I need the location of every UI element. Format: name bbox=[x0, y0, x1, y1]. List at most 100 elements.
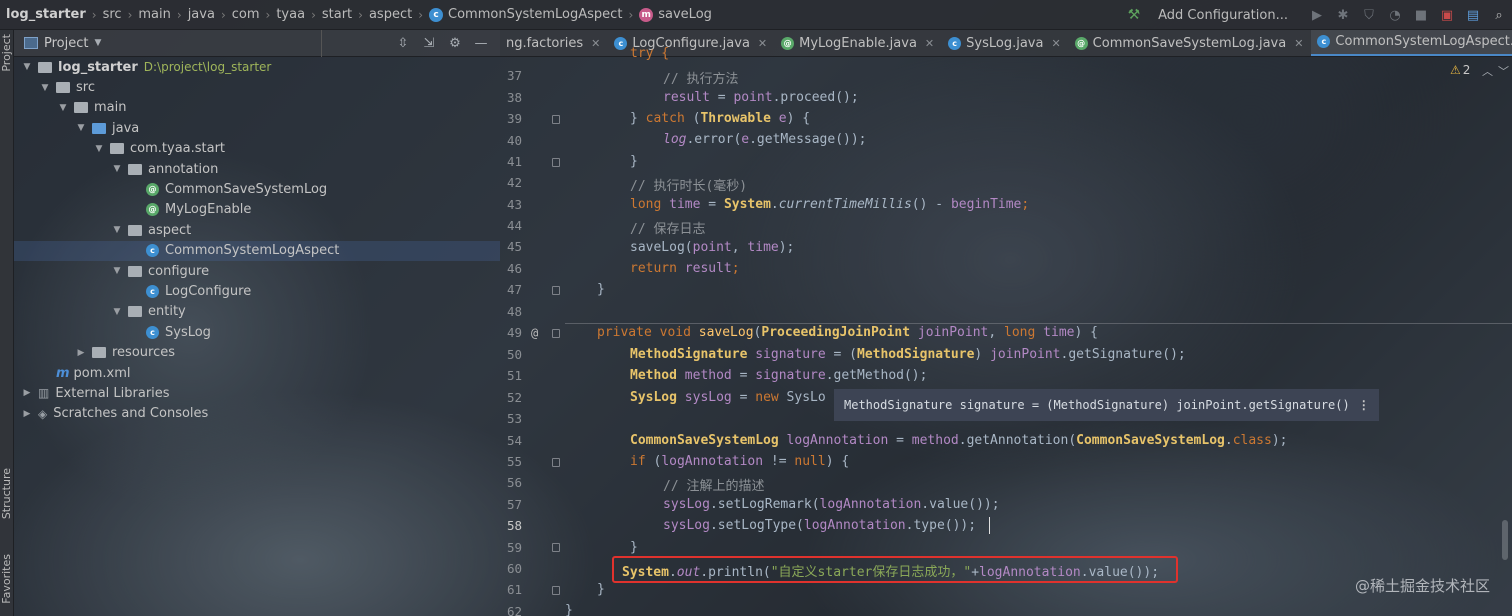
folder-icon bbox=[38, 61, 52, 73]
project-panel-tools: ⇳ ⇲ ⚙ — bbox=[390, 36, 494, 51]
resources-folder-icon bbox=[92, 347, 106, 359]
chevron-right-icon: › bbox=[220, 7, 226, 22]
expand-all-icon[interactable]: ⇳ bbox=[390, 36, 416, 51]
stop-icon[interactable]: ■ bbox=[1408, 8, 1434, 23]
highlight-box bbox=[612, 556, 1178, 583]
folder-icon bbox=[74, 102, 88, 114]
fold-marker-icon[interactable] bbox=[552, 458, 560, 467]
breadcrumb-project[interactable]: log_starter bbox=[6, 7, 86, 22]
chevron-right-icon: ▶ bbox=[77, 347, 85, 358]
breadcrumb-com[interactable]: com bbox=[232, 7, 260, 22]
tab-mylogenable[interactable]: @ MyLogEnable.java ✕ bbox=[775, 30, 942, 56]
tree-item-pom[interactable]: m pom.xml bbox=[14, 363, 500, 383]
tree-item-main[interactable]: ▼ main bbox=[14, 98, 500, 118]
fold-marker-icon[interactable] bbox=[552, 286, 560, 295]
fold-marker-icon[interactable] bbox=[552, 158, 560, 167]
chevron-down-icon: ▼ bbox=[94, 38, 102, 48]
project-structure-icon[interactable]: ▤ bbox=[1460, 8, 1486, 23]
coverage-icon[interactable]: ⛉ bbox=[1356, 8, 1382, 23]
fold-marker-icon[interactable] bbox=[552, 543, 560, 552]
tree-item-root[interactable]: ▼ log_starter D:\project\log_starter bbox=[14, 57, 500, 77]
inline-hint-tooltip[interactable]: MethodSignature signature = (MethodSigna… bbox=[834, 389, 1379, 421]
line-number: 57 bbox=[506, 497, 522, 512]
tab-logconfigure[interactable]: c LogConfigure.java ✕ bbox=[608, 30, 775, 56]
search-icon[interactable]: ⌕ bbox=[1486, 8, 1512, 23]
line-number-current: 58 bbox=[506, 518, 522, 533]
search-everywhere-icon[interactable]: ▣ bbox=[1434, 8, 1460, 23]
tree-item-syslog[interactable]: c SysLog bbox=[14, 322, 500, 342]
project-panel-header: Project ▼ ⇳ ⇲ ⚙ — bbox=[14, 30, 500, 57]
close-icon[interactable]: ✕ bbox=[758, 37, 767, 50]
tab-spring-factories[interactable]: ng.factories ✕ bbox=[500, 30, 608, 56]
breadcrumb-tyaa[interactable]: tyaa bbox=[276, 7, 305, 22]
tree-item-src[interactable]: ▼ src bbox=[14, 77, 500, 97]
tree-item-resources[interactable]: ▶ resources bbox=[14, 342, 500, 362]
package-icon bbox=[110, 143, 124, 155]
line-number: 52 bbox=[506, 390, 522, 405]
project-tree: ▼ log_starter D:\project\log_starter ▼ s… bbox=[14, 57, 500, 424]
tree-item-mylogenable[interactable]: @ MyLogEnable bbox=[14, 200, 500, 220]
breadcrumb-class[interactable]: c CommonSystemLogAspect bbox=[429, 7, 622, 22]
project-tool-tab[interactable]: Project bbox=[0, 34, 14, 72]
gear-icon[interactable]: ⚙ bbox=[442, 36, 468, 51]
breadcrumb-aspect[interactable]: aspect bbox=[369, 7, 412, 22]
project-view-selector[interactable]: Project ▼ bbox=[24, 36, 101, 51]
method-separator bbox=[565, 323, 1512, 324]
package-icon bbox=[128, 265, 142, 277]
breadcrumb-start[interactable]: start bbox=[322, 7, 352, 22]
tree-item-aspect[interactable]: ▼ aspect bbox=[14, 220, 500, 240]
collapse-all-icon[interactable]: ⇲ bbox=[416, 36, 442, 51]
breadcrumb-main[interactable]: main bbox=[138, 7, 170, 22]
class-icon: c bbox=[146, 325, 159, 339]
hide-icon[interactable]: — bbox=[468, 36, 494, 51]
package-icon bbox=[128, 163, 142, 175]
tree-item-package[interactable]: ▼ com.tyaa.start bbox=[14, 139, 500, 159]
build-hammer-icon[interactable]: ⚒ bbox=[1128, 7, 1141, 23]
tree-item-logconfigure[interactable]: c LogConfigure bbox=[14, 281, 500, 301]
tree-item-scratches[interactable]: ▶ ◈ Scratches and Consoles bbox=[14, 404, 500, 424]
override-at-icon[interactable]: @ bbox=[531, 326, 538, 340]
more-options-icon[interactable]: ⋮ bbox=[1358, 398, 1370, 412]
line-number: 44 bbox=[506, 218, 522, 233]
chevron-down-icon[interactable]: ﹀ bbox=[1498, 63, 1509, 79]
breadcrumb-method[interactable]: m saveLog bbox=[639, 7, 712, 22]
fold-marker-icon[interactable] bbox=[552, 586, 560, 595]
project-icon bbox=[24, 37, 38, 49]
close-icon[interactable]: ✕ bbox=[1051, 37, 1060, 50]
tree-item-entity[interactable]: ▼ entity bbox=[14, 302, 500, 322]
chevron-down-icon: ▼ bbox=[113, 266, 121, 277]
chevron-up-icon[interactable]: ︿ bbox=[1482, 63, 1493, 79]
tree-item-external-libraries[interactable]: ▶ ▥ External Libraries bbox=[14, 383, 500, 403]
library-icon: ▥ bbox=[38, 386, 50, 401]
tab-syslog[interactable]: c SysLog.java ✕ bbox=[942, 30, 1069, 56]
chevron-down-icon: ▼ bbox=[113, 164, 121, 175]
editor-scrollbar[interactable] bbox=[1502, 520, 1508, 560]
close-icon[interactable]: ✕ bbox=[591, 37, 600, 50]
tree-item-annotation[interactable]: ▼ annotation bbox=[14, 159, 500, 179]
tree-item-commonsavesystemlog[interactable]: @ CommonSaveSystemLog bbox=[14, 179, 500, 199]
tree-item-configure[interactable]: ▼ configure bbox=[14, 261, 500, 281]
warning-indicator[interactable]: ⚠ 2 bbox=[1450, 63, 1470, 77]
add-configuration-button[interactable]: Add Configuration... bbox=[1158, 8, 1288, 23]
favorites-tool-tab[interactable]: Favorites bbox=[0, 554, 14, 604]
run-icon[interactable]: ▶ bbox=[1304, 8, 1330, 23]
debug-icon[interactable]: ✱ bbox=[1330, 8, 1356, 23]
close-icon[interactable]: ✕ bbox=[925, 37, 934, 50]
breadcrumb-java[interactable]: java bbox=[188, 7, 215, 22]
structure-tool-tab[interactable]: Structure bbox=[0, 468, 14, 519]
line-number: 62 bbox=[506, 604, 522, 616]
fold-marker-icon[interactable] bbox=[552, 115, 560, 124]
chevron-down-icon: ▼ bbox=[23, 62, 31, 73]
tab-commonsystemlogaspect[interactable]: c CommonSystemLogAspect.java✕ bbox=[1311, 30, 1512, 56]
chevron-down-icon: ▼ bbox=[113, 306, 121, 317]
chevron-down-icon: ▼ bbox=[41, 82, 49, 93]
breadcrumb-src[interactable]: src bbox=[103, 7, 122, 22]
tree-item-java[interactable]: ▼ java bbox=[14, 118, 500, 138]
tab-commonsavesystemlog[interactable]: @ CommonSaveSystemLog.java ✕ bbox=[1069, 30, 1312, 56]
chevron-right-icon: › bbox=[127, 7, 133, 22]
profile-icon[interactable]: ◔ bbox=[1382, 8, 1408, 23]
folder-icon bbox=[56, 82, 70, 94]
fold-marker-icon[interactable] bbox=[552, 329, 560, 338]
close-icon[interactable]: ✕ bbox=[1294, 37, 1303, 50]
tree-item-commonsystemlogaspect[interactable]: c CommonSystemLogAspect bbox=[14, 240, 500, 261]
